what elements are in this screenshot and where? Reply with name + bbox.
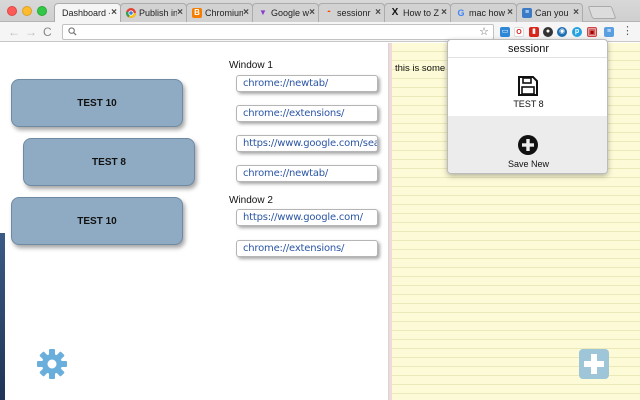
search-icon (68, 27, 77, 36)
plus-icon (584, 354, 604, 374)
url-item[interactable]: chrome://newtab/ (236, 165, 378, 182)
save-new-button[interactable]: Save New (448, 116, 607, 173)
bookmark-flag-icon[interactable]: ▮ (529, 27, 539, 37)
close-icon[interactable]: × (441, 7, 447, 18)
tab-label: Chromium (205, 8, 243, 18)
tab-label: mac how (469, 8, 506, 18)
sessionr-extension-icon[interactable]: ▣ (587, 27, 597, 37)
extension-window-icon[interactable]: ▭ (500, 27, 510, 37)
back-arrow-icon[interactable]: ← (8, 25, 20, 39)
x-icon: X (391, 7, 399, 18)
google-icon: G (457, 8, 465, 18)
p-icon[interactable]: p (572, 27, 582, 37)
tab-label: sessionr (337, 8, 371, 18)
tab-label: Google w (271, 8, 309, 18)
blogger-icon: B (192, 8, 202, 18)
save-new-label: Save New (507, 159, 550, 169)
tab-mac-how[interactable]: G mac how × (450, 3, 517, 22)
close-icon[interactable]: × (309, 7, 315, 18)
url-item[interactable]: chrome://newtab/ (236, 75, 378, 92)
window-label: Window 1 (229, 60, 273, 71)
url-item[interactable]: chrome://extensions/ (236, 240, 378, 257)
sessionr-popup: sessionr TEST 8 Save New (447, 39, 608, 174)
tab-chromium[interactable]: B Chromium × (186, 3, 253, 22)
new-tab-button[interactable] (587, 6, 617, 19)
plus-circle-icon (518, 135, 538, 155)
reddit-icon: ◓ (326, 9, 332, 16)
close-icon[interactable]: × (573, 7, 579, 18)
tab-can-you[interactable]: ≡ Can you × (516, 3, 583, 22)
tab-label: Dashboard - (62, 8, 110, 18)
desktop-edge (0, 233, 5, 400)
tab-label: Can you (535, 8, 569, 18)
close-window-button[interactable] (7, 6, 17, 16)
tab-publish[interactable]: Publish in × (120, 3, 187, 22)
save-session-button[interactable]: TEST 8 (448, 58, 607, 116)
globe-icon[interactable]: ◉ (557, 27, 567, 37)
url-item[interactable]: https://www.google.com/sea (236, 135, 378, 152)
lines-extension-icon[interactable]: ≡ (604, 27, 614, 37)
tab-how-to[interactable]: X How to Z × (384, 3, 451, 22)
tab-sessionr[interactable]: ◓ sessionr × (318, 3, 385, 22)
tab-dashboard[interactable]: Dashboard - × (54, 3, 121, 22)
v-icon: ▼ (259, 8, 267, 17)
add-session-button[interactable] (579, 349, 609, 379)
url-item[interactable]: chrome://extensions/ (236, 105, 378, 122)
session-button[interactable]: TEST 8 (23, 138, 195, 186)
tab-label: Publish in (139, 8, 177, 18)
save-session-label: TEST 8 (513, 99, 544, 109)
bookmark-star-icon[interactable]: ☆ (479, 25, 489, 38)
address-bar[interactable]: ☆ (62, 24, 494, 40)
opera-icon[interactable]: O (514, 27, 524, 37)
settings-gear-icon[interactable] (36, 348, 68, 380)
reload-icon[interactable]: C (43, 25, 52, 39)
floppy-disk-icon (518, 76, 538, 96)
url-item[interactable]: https://www.google.com/ (236, 209, 378, 226)
minimize-window-button[interactable] (22, 6, 32, 16)
notes-margin (389, 43, 392, 400)
close-icon[interactable]: × (177, 7, 183, 18)
close-icon[interactable]: × (243, 7, 249, 18)
session-button[interactable]: TEST 10 (11, 197, 183, 245)
close-icon[interactable]: × (375, 7, 381, 18)
session-button[interactable]: TEST 10 (11, 79, 183, 127)
popup-title: sessionr (508, 43, 549, 55)
tab-label: How to Z (403, 8, 440, 18)
tab-strip: Dashboard - × Publish in × B Chromium × … (0, 0, 640, 22)
stackexchange-icon: ≡ (522, 8, 532, 18)
zoom-window-button[interactable] (37, 6, 47, 16)
close-icon[interactable]: × (111, 7, 117, 18)
tab-google-w[interactable]: ▼ Google w × (252, 3, 319, 22)
address-input[interactable] (81, 26, 461, 38)
menu-icon[interactable]: ⋮ (622, 26, 633, 37)
forward-arrow-icon[interactable]: → (25, 25, 37, 39)
notes-text[interactable]: this is some (395, 63, 445, 74)
close-icon[interactable]: × (507, 7, 513, 18)
chrome-icon (125, 8, 136, 18)
window-label: Window 2 (229, 195, 273, 206)
dark-circle-icon[interactable]: ● (543, 27, 553, 37)
